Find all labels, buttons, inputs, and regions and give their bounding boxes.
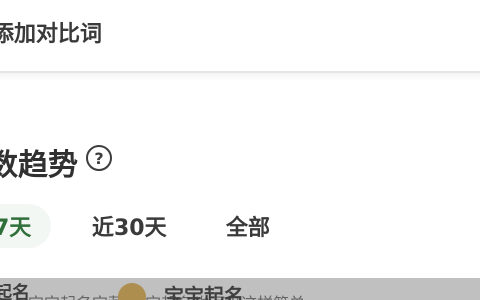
add-compare-word-button[interactable]: 添加对比词 bbox=[0, 16, 102, 48]
tab-all[interactable]: 全部 bbox=[226, 204, 270, 248]
tab-7-days[interactable]: 7天 bbox=[0, 204, 52, 248]
divider-shadow bbox=[0, 73, 480, 81]
tab-30-days[interactable]: 近30天 bbox=[92, 204, 167, 248]
section-title: 数趋势 bbox=[0, 148, 78, 183]
overlay-mask bbox=[0, 278, 480, 300]
question-circle-icon[interactable]: ? bbox=[86, 145, 112, 171]
app-screen: 添加对比词 数趋势 ? 7天 近30天 全部 起名 宝宝起名宝藏 宝宝起名也可以… bbox=[0, 0, 480, 300]
